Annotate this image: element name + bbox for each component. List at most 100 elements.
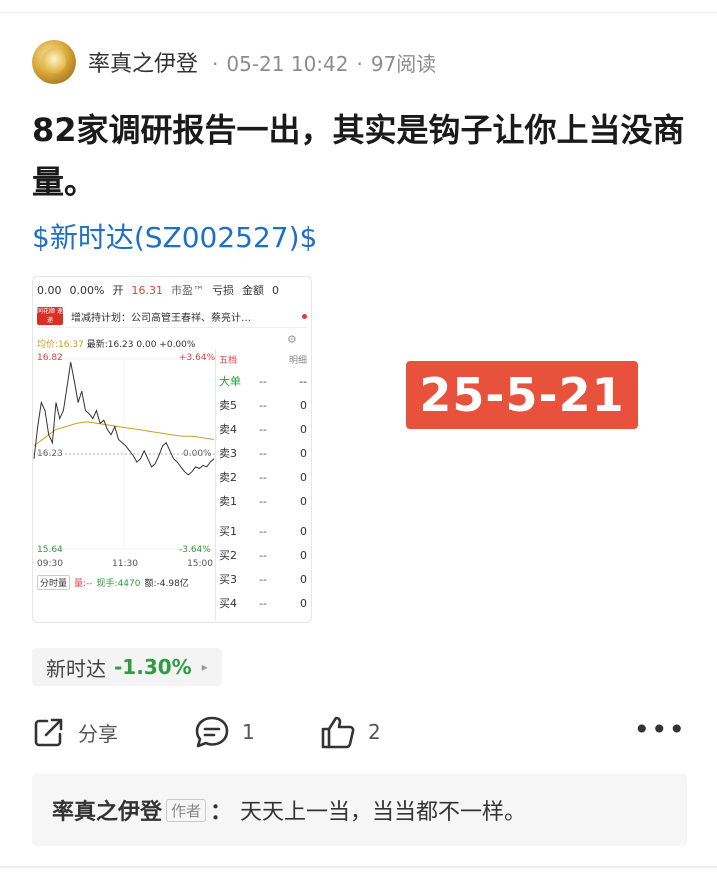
comment-colon: ： xyxy=(210,800,233,825)
order-book-row: 卖3 -- 0 xyxy=(219,441,307,465)
order-level-volume: 0 xyxy=(300,398,307,412)
order-level-label: 卖2 xyxy=(219,471,237,484)
mid-pct: 0.00% xyxy=(183,449,212,459)
time-open: 09:30 xyxy=(37,559,63,569)
order-level-volume: 0 xyxy=(300,470,307,484)
gear-icon: ⚙ xyxy=(287,333,297,346)
chart-divider xyxy=(215,349,216,621)
date-badge: 25-5-21 xyxy=(406,361,638,429)
mid-price: 16.23 xyxy=(37,449,63,459)
comment-text: 天天上一当，当当都不一样。 xyxy=(240,800,527,825)
chart-top-bar: 0.00 0.00% 开 16.31 市盈™ 亏损 金额 0 xyxy=(37,281,307,299)
action-bar: 分享 1 2 ••• xyxy=(32,712,686,752)
comment-author[interactable]: 率真之伊登 xyxy=(52,794,162,826)
comment-button[interactable]: 1 xyxy=(194,712,255,752)
share-button[interactable]: 分享 xyxy=(32,712,118,752)
order-book-row: 买4 -- 0 xyxy=(219,591,307,615)
order-level-price: -- xyxy=(259,398,267,412)
order-level-price: -- xyxy=(259,422,267,436)
order-level-label: 买3 xyxy=(219,573,237,586)
share-icon xyxy=(34,718,63,747)
top-divider xyxy=(0,12,717,13)
order-book-row: 买2 -- 0 xyxy=(219,543,307,567)
volume-label: 量:-- xyxy=(74,579,93,589)
author-name[interactable]: 率真之伊登 xyxy=(88,46,198,78)
order-level-price: -- xyxy=(259,446,267,460)
post-date: 05-21 10:42 xyxy=(226,51,349,76)
order-level-price: -- xyxy=(259,524,267,538)
like-button[interactable]: 2 xyxy=(320,712,381,752)
time-axis: 09:30 11:30 15:00 xyxy=(37,559,213,569)
post-title: 82家调研报告一出，其实是钩子让你上当没商量。 xyxy=(32,111,685,201)
pct-change: 0.00% xyxy=(69,283,105,297)
stock-link[interactable]: $新时达(SZ002527)$ xyxy=(32,216,317,256)
order-level-volume: 0 xyxy=(300,494,307,508)
volume-bar: 分时量 量:-- 现手:4470 额:-4.98亿 xyxy=(37,575,215,590)
tab-detail[interactable]: 明细 xyxy=(289,353,307,369)
time-mid: 11:30 xyxy=(112,559,138,569)
thumbs-up-icon xyxy=(321,716,355,749)
low-price: 15.64 xyxy=(37,545,63,555)
chevron-right-icon: ▸ xyxy=(201,660,208,674)
order-level-volume: 0 xyxy=(300,596,307,610)
order-level-volume: 0 xyxy=(300,548,307,562)
order-level-volume: 0 xyxy=(300,446,307,460)
order-level-label: 卖1 xyxy=(219,495,237,508)
pe-label: 市盈™ xyxy=(170,284,204,297)
tab-five-levels[interactable]: 五档 xyxy=(219,353,237,369)
order-book-row: 买3 -- 0 xyxy=(219,567,307,591)
author-tag: 作者 xyxy=(166,798,207,822)
stock-chart-image[interactable]: 0.00 0.00% 开 16.31 市盈™ 亏损 金额 0 同花顺 速递 增减… xyxy=(32,276,312,623)
read-count: 97阅读 xyxy=(370,51,437,76)
order-level-label: 买4 xyxy=(219,597,237,610)
news-dot-icon xyxy=(302,313,307,319)
amount-label-2: 额:-4.98亿 xyxy=(144,579,189,589)
order-level-price: -- xyxy=(259,374,267,388)
time-close: 15:00 xyxy=(187,559,213,569)
order-level-price: -- xyxy=(259,548,267,562)
order-level-price: -- xyxy=(259,596,267,610)
order-level-price: -- xyxy=(259,572,267,586)
order-level-label: 大单 xyxy=(219,375,241,388)
order-book-row: 卖5 -- 0 xyxy=(219,393,307,417)
pe-value: 亏损 xyxy=(211,284,234,297)
order-book-row: 买1 -- 0 xyxy=(219,519,307,543)
amount-label: 金额 xyxy=(241,284,264,297)
share-label: 分享 xyxy=(78,721,118,746)
order-book-row: 卖4 -- 0 xyxy=(219,417,307,441)
author-avatar[interactable] xyxy=(32,40,76,84)
news-text: 增减持计划：公司高管王春祥、蔡亮计… xyxy=(71,312,251,324)
order-level-label: 卖3 xyxy=(219,447,237,460)
order-level-volume: 0 xyxy=(300,422,307,436)
order-book-row: 卖2 -- 0 xyxy=(219,465,307,489)
price-change: 0.00 xyxy=(37,283,62,297)
comment-count: 1 xyxy=(242,720,255,744)
order-level-label: 买2 xyxy=(219,549,237,562)
high-pct: +3.64% xyxy=(179,353,216,363)
order-level-volume: 0 xyxy=(300,524,307,538)
amount-value: 0 xyxy=(271,283,279,297)
order-level-label: 卖4 xyxy=(219,423,237,436)
order-book: 五档 明细 大单 -- -- 卖5 -- 0 卖4 -- 0 卖3 -- 0 卖2 -- 0 卖1 -- 0 买1 -… xyxy=(219,353,307,615)
news-logo: 同花顺 速递 xyxy=(37,307,63,325)
order-level-price: -- xyxy=(259,494,267,508)
stock-pill[interactable]: 新时达 -1.30% ▸ xyxy=(32,648,222,686)
order-level-volume: 0 xyxy=(300,572,307,586)
news-strip: 同花顺 速递 增减持计划：公司高管王春祥、蔡亮计… xyxy=(37,305,307,328)
stock-pill-pct: -1.30% xyxy=(114,655,192,679)
order-book-row: 卖1 -- 0 xyxy=(219,489,307,513)
order-book-tabs: 五档 明细 xyxy=(219,353,307,369)
order-book-row: 大单 -- -- xyxy=(219,369,307,393)
bottom-divider xyxy=(0,866,717,868)
order-level-label: 买1 xyxy=(219,525,237,538)
like-count: 2 xyxy=(368,720,381,744)
comment-preview[interactable]: 率真之伊登 作者 ： 天天上一当，当当都不一样。 xyxy=(32,774,687,846)
open-label: 开 xyxy=(112,284,124,297)
author-row: 率真之伊登 · 05-21 10:42 · 97阅读 xyxy=(32,40,436,84)
more-icon[interactable]: ••• xyxy=(633,716,686,744)
order-level-volume: -- xyxy=(299,374,307,388)
order-level-price: -- xyxy=(259,470,267,484)
volume-button[interactable]: 分时量 xyxy=(37,575,71,590)
stock-pill-name: 新时达 xyxy=(46,656,106,681)
low-pct: -3.64% xyxy=(179,545,211,555)
